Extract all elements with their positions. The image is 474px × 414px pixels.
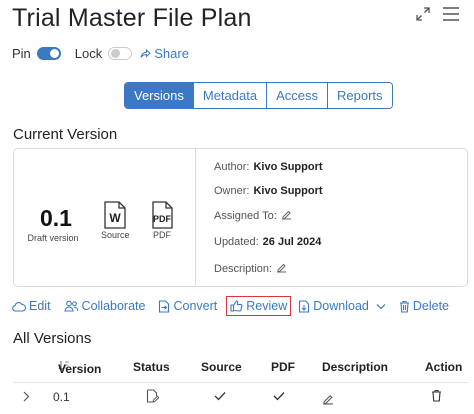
share-icon (140, 48, 152, 58)
cloud-icon (12, 301, 26, 312)
versions-table-header: Version Status Source PDF Description Ac… (13, 358, 468, 380)
assigned-row: Assigned To: (214, 209, 292, 223)
download-label: Download (313, 299, 369, 313)
edit-assigned-icon[interactable] (281, 209, 292, 223)
all-versions-heading: All Versions (13, 330, 92, 347)
edit-label: Edit (29, 299, 51, 313)
edit-description-icon[interactable] (276, 262, 287, 276)
header-icons (416, 6, 460, 22)
page-title: Trial Master File Plan (12, 4, 252, 32)
tab-metadata[interactable]: Metadata (192, 83, 267, 108)
col-source: Source (201, 360, 242, 374)
tab-reports[interactable]: Reports (326, 83, 392, 108)
delete-button[interactable]: Delete (399, 299, 449, 313)
lock-toggle[interactable] (108, 47, 133, 60)
edit-button[interactable]: Edit (12, 299, 51, 313)
download-doc-icon (299, 299, 310, 313)
users-icon (63, 300, 78, 312)
col-version-label: Version (58, 362, 102, 376)
lock-label: Lock (74, 46, 103, 61)
updated-label: Updated: (214, 236, 259, 248)
pdf-doc[interactable]: PDF PDF (150, 201, 174, 240)
delete-label: Delete (412, 299, 449, 313)
col-description: Description (322, 360, 389, 374)
owner-value: Kivo Support (253, 185, 323, 197)
current-version-heading: Current Version (13, 126, 118, 143)
expand-row-icon[interactable] (23, 391, 30, 405)
chevron-down-icon (376, 303, 386, 309)
svg-text:W: W (110, 211, 122, 225)
tab-versions[interactable]: Versions (125, 83, 193, 108)
table-row[interactable]: 0.1 (13, 382, 468, 414)
thumbs-up-icon (230, 300, 243, 312)
edit-row-description-icon[interactable] (322, 393, 334, 408)
convert-label: Convert (173, 299, 218, 313)
source-doc[interactable]: W Source (101, 201, 130, 240)
col-action: Action (425, 360, 463, 374)
share-label: Share (154, 46, 189, 61)
source-label: Source (101, 230, 130, 240)
share-button[interactable]: Share (140, 46, 189, 61)
download-button[interactable]: Download (298, 299, 386, 313)
version-status-label: Draft version (27, 233, 79, 243)
col-status: Status (133, 360, 170, 374)
pin-label: Pin (12, 46, 31, 61)
row-version: 0.1 (53, 390, 70, 404)
author-label: Author: (214, 161, 250, 173)
hamburger-menu-icon[interactable] (442, 6, 460, 22)
status-draft-icon (146, 389, 160, 406)
word-doc-icon: W (104, 201, 126, 229)
collaborate-label: Collaborate (81, 299, 146, 313)
convert-doc-icon (159, 299, 170, 313)
col-version[interactable]: Version (58, 360, 101, 376)
review-label: Review (246, 299, 288, 313)
assigned-label: Assigned To: (214, 210, 277, 222)
current-version-card: 0.1 Draft version W Source PDF PDF Autho… (13, 148, 468, 287)
trash-icon (399, 300, 409, 313)
row-delete-icon[interactable] (431, 389, 442, 405)
description-label: Description: (214, 263, 273, 275)
toggle-bar: Pin Lock Share (12, 46, 189, 61)
review-button[interactable]: Review (226, 296, 292, 316)
col-pdf: PDF (271, 360, 295, 374)
owner-label: Owner: (214, 185, 250, 197)
owner-row: Owner: Kivo Support (214, 185, 323, 197)
author-row: Author: Kivo Support (214, 161, 323, 173)
description-row: Description: (214, 262, 287, 276)
svg-text:PDF: PDF (153, 214, 172, 224)
version-summary: 0.1 Draft version W Source PDF PDF (14, 149, 196, 286)
version-number: 0.1 (40, 205, 72, 231)
pdf-doc-icon: PDF (152, 201, 173, 229)
updated-value: 26 Jul 2024 (262, 236, 322, 248)
pdf-label: PDF (153, 230, 171, 240)
source-check-icon (214, 390, 226, 404)
tab-access[interactable]: Access (266, 83, 327, 108)
version-action-bar: Edit Collaborate Convert Review Download… (12, 296, 462, 316)
author-value: Kivo Support (253, 161, 323, 173)
convert-button[interactable]: Convert (158, 299, 217, 313)
expand-arrows-icon[interactable] (416, 7, 430, 21)
updated-row: Updated: 26 Jul 2024 (214, 236, 321, 248)
version-block: 0.1 Draft version (27, 205, 80, 243)
pin-toggle[interactable] (36, 47, 61, 60)
pdf-check-icon (273, 390, 285, 404)
collaborate-button[interactable]: Collaborate (63, 299, 146, 313)
tab-bar: Versions Metadata Access Reports (124, 82, 393, 109)
